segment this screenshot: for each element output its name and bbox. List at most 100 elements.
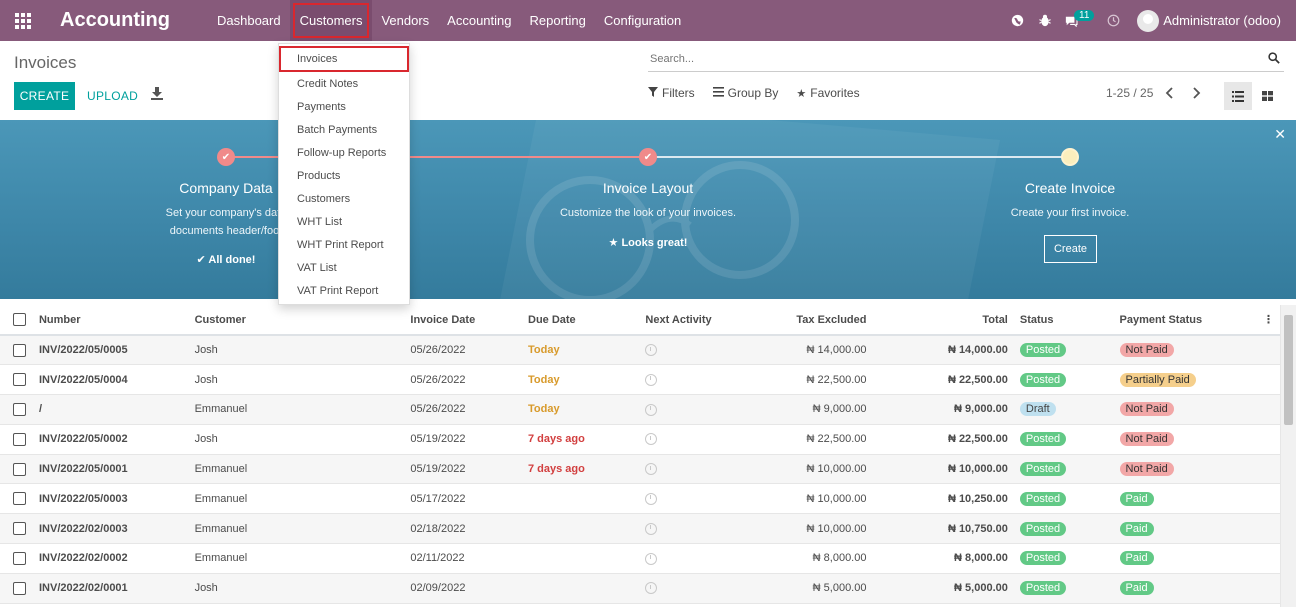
cell-next-activity[interactable] <box>639 483 757 515</box>
cell-total[interactable]: ₦ 14,000.00 <box>874 335 1014 366</box>
dropdown-item-vat-list[interactable]: VAT List <box>279 256 409 279</box>
dropdown-item-invoices[interactable]: Invoices <box>279 46 409 72</box>
row-checkbox[interactable] <box>13 343 26 357</box>
filters-button[interactable]: Filters <box>648 86 695 100</box>
select-all-checkbox[interactable] <box>13 313 26 326</box>
cell-tax-excluded[interactable]: ₦ 5,000.00 <box>756 573 875 604</box>
table-row[interactable]: INV/2022/05/0001 Emmanuel 05/19/2022 7 days… <box>0 454 1280 485</box>
row-checkbox[interactable] <box>13 492 26 506</box>
table-row[interactable]: INV/2022/05/0004 Josh 05/26/2022 Today ₦ 22,… <box>0 364 1280 396</box>
dropdown-item-vat-print-report[interactable]: VAT Print Report <box>279 279 409 302</box>
menu-accounting[interactable]: Accounting <box>438 0 520 41</box>
menu-configuration[interactable]: Configuration <box>595 0 690 41</box>
table-row[interactable]: INV/2022/05/0002 Josh 05/19/2022 7 days ago… <box>0 424 1280 455</box>
cell-status[interactable]: Posted <box>1013 483 1114 515</box>
cell-next-activity[interactable] <box>639 364 757 396</box>
cell-invoice-date[interactable]: 05/19/2022 <box>404 454 522 485</box>
cell-due-date[interactable]: Today <box>522 335 640 366</box>
cell-total[interactable]: ₦ 22,500.00 <box>874 424 1014 455</box>
cell-next-activity[interactable] <box>639 394 757 425</box>
cell-customer[interactable]: Josh <box>188 335 405 366</box>
cell-due-date[interactable] <box>522 513 640 545</box>
table-row[interactable]: INV/2022/02/0001 Josh 02/09/2022 ₦ 5,000.00… <box>0 573 1280 604</box>
cell-tax-excluded[interactable]: ₦ 8,000.00 <box>756 543 875 574</box>
activity-clock-icon[interactable] <box>645 344 658 357</box>
row-checkbox[interactable] <box>13 462 26 476</box>
header-status[interactable]: Status <box>1013 305 1114 336</box>
cell-status[interactable]: Posted <box>1013 335 1114 366</box>
cell-invoice-date[interactable]: 05/26/2022 <box>404 364 522 396</box>
header-payment-status[interactable]: Payment Status <box>1113 305 1257 336</box>
cell-number[interactable]: INV/2022/05/0005 <box>32 335 189 366</box>
cell-customer[interactable]: Emmanuel <box>188 454 405 485</box>
cell-payment-status[interactable]: Paid <box>1113 513 1257 545</box>
menu-vendors[interactable]: Vendors <box>372 0 438 41</box>
dropdown-item-customers[interactable]: Customers <box>279 187 409 210</box>
cell-customer[interactable]: Josh <box>188 424 405 455</box>
optional-columns-icon[interactable]: ⋮ <box>1256 305 1280 336</box>
apps-menu-icon[interactable] <box>0 0 46 41</box>
cell-invoice-date[interactable]: 05/17/2022 <box>404 483 522 515</box>
cell-due-date[interactable] <box>522 543 640 574</box>
header-invoice-date[interactable]: Invoice Date <box>404 305 522 336</box>
pager-next-icon[interactable] <box>1191 86 1201 103</box>
cell-tax-excluded[interactable]: ₦ 14,000.00 <box>756 335 875 366</box>
cell-status[interactable]: Posted <box>1013 513 1114 545</box>
cell-total[interactable]: ₦ 10,750.00 <box>874 513 1014 545</box>
cell-number[interactable]: INV/2022/02/0002 <box>32 543 189 574</box>
cell-customer[interactable]: Josh <box>188 364 405 396</box>
header-tax-excluded[interactable]: Tax Excluded <box>756 305 875 336</box>
upload-button[interactable]: UPLOAD <box>87 82 138 110</box>
cell-next-activity[interactable] <box>639 513 757 545</box>
cell-next-activity[interactable] <box>639 543 757 574</box>
cell-tax-excluded[interactable]: ₦ 22,500.00 <box>756 364 875 396</box>
cell-status[interactable]: Posted <box>1013 573 1114 604</box>
cell-status[interactable]: Draft <box>1013 394 1114 425</box>
cell-invoice-date[interactable]: 05/26/2022 <box>404 394 522 425</box>
header-due-date[interactable]: Due Date <box>522 305 640 336</box>
row-checkbox[interactable] <box>13 402 26 416</box>
cell-number[interactable]: INV/2022/02/0001 <box>32 573 189 604</box>
menu-customers[interactable]: Customers <box>289 0 373 41</box>
cell-due-date[interactable] <box>522 483 640 515</box>
dropdown-item-credit-notes[interactable]: Credit Notes <box>279 72 409 95</box>
activity-clock-icon[interactable] <box>645 373 658 386</box>
dropdown-item-products[interactable]: Products <box>279 164 409 187</box>
cell-tax-excluded[interactable]: ₦ 22,500.00 <box>756 424 875 455</box>
activity-clock-icon[interactable] <box>645 522 658 535</box>
cell-number[interactable]: INV/2022/02/0003 <box>32 513 189 545</box>
cell-status[interactable]: Posted <box>1013 543 1114 574</box>
scrollbar-thumb[interactable] <box>1284 315 1293 425</box>
pager-previous-icon[interactable] <box>1165 86 1175 103</box>
table-row[interactable]: INV/2022/02/0003 Emmanuel 02/18/2022 ₦ 10,0… <box>0 513 1280 545</box>
row-checkbox[interactable] <box>13 432 26 446</box>
cell-total[interactable]: ₦ 5,000.00 <box>874 573 1014 604</box>
list-view-icon[interactable] <box>1224 82 1252 110</box>
activity-clock-icon[interactable] <box>645 463 658 476</box>
table-row[interactable]: INV/2022/02/0002 Emmanuel 02/11/2022 ₦ 8,00… <box>0 543 1280 574</box>
cell-tax-excluded[interactable]: ₦ 10,000.00 <box>756 483 875 515</box>
cell-due-date[interactable]: 7 days ago <box>522 454 640 485</box>
dropdown-item-payments[interactable]: Payments <box>279 95 409 118</box>
header-number[interactable]: Number <box>32 305 189 336</box>
cell-tax-excluded[interactable]: ₦ 9,000.00 <box>756 394 875 425</box>
cell-total[interactable]: ₦ 10,250.00 <box>874 483 1014 515</box>
cell-payment-status[interactable]: Not Paid <box>1113 454 1257 485</box>
create-button[interactable]: CREATE <box>14 82 75 110</box>
cell-total[interactable]: ₦ 22,500.00 <box>874 364 1014 396</box>
cell-due-date[interactable] <box>522 573 640 604</box>
cell-invoice-date[interactable]: 05/19/2022 <box>404 424 522 455</box>
cell-payment-status[interactable]: Paid <box>1113 483 1257 515</box>
cell-customer[interactable]: Emmanuel <box>188 543 405 574</box>
search-icon[interactable] <box>1268 52 1282 66</box>
header-next-activity[interactable]: Next Activity <box>639 305 757 336</box>
close-icon[interactable]: ✕ <box>1274 126 1286 143</box>
activity-clock-icon[interactable] <box>645 403 658 416</box>
cell-total[interactable]: ₦ 8,000.00 <box>874 543 1014 574</box>
row-checkbox[interactable] <box>13 522 26 536</box>
cell-customer[interactable]: Josh <box>188 573 405 604</box>
dropdown-item-batch-payments[interactable]: Batch Payments <box>279 118 409 141</box>
cell-next-activity[interactable] <box>639 424 757 455</box>
bug-icon[interactable] <box>1031 0 1059 41</box>
table-row[interactable]: INV/2022/05/0005 Josh 05/26/2022 Today ₦ 14,… <box>0 335 1280 366</box>
